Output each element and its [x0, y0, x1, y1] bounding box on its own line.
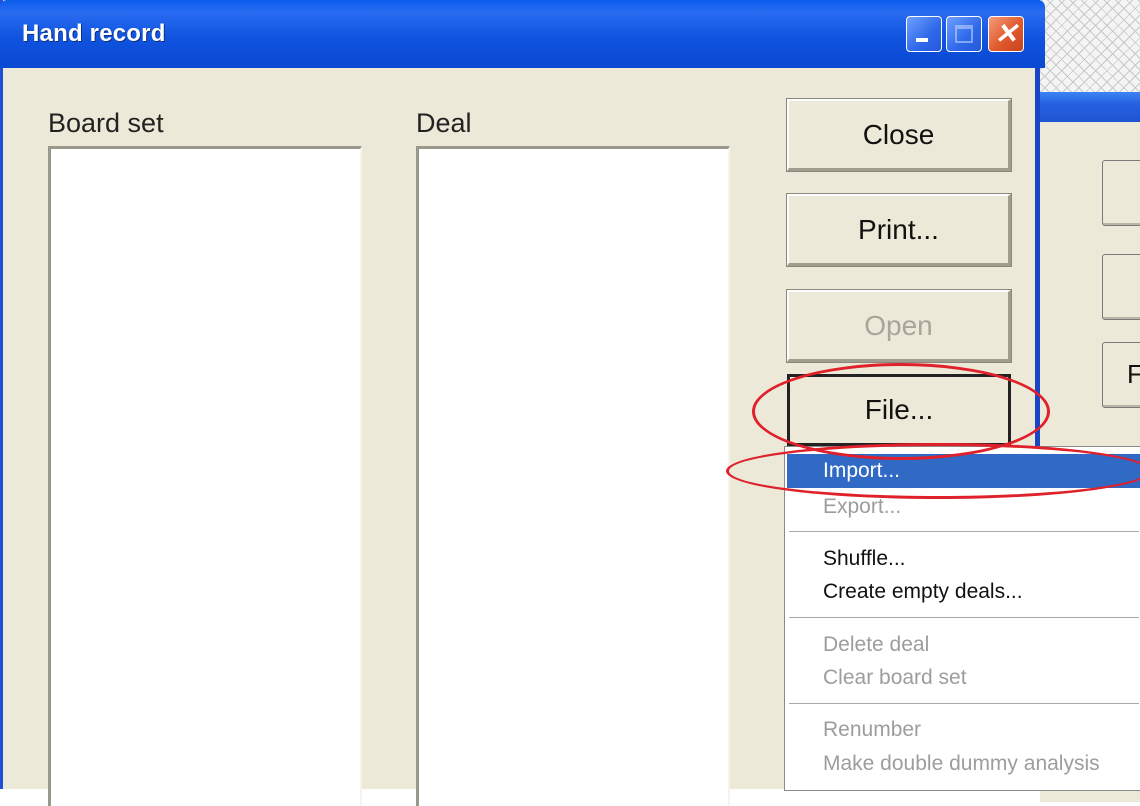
- board-set-label: Board set: [48, 108, 164, 138]
- minimize-icon: [916, 38, 928, 42]
- deal-list[interactable]: [416, 146, 730, 806]
- menu-item-shuffle[interactable]: Shuffle...: [787, 542, 1140, 576]
- close-icon: ✕: [994, 18, 1018, 49]
- maximize-button: [946, 16, 982, 52]
- board-set-list[interactable]: [48, 146, 362, 806]
- menu-item-clear-board-set: Clear board set: [823, 666, 967, 689]
- window-title: Hand record: [22, 20, 166, 47]
- menu-item-create-empty-deals[interactable]: Create empty deals...: [787, 575, 1140, 609]
- menu-item-delete-deal: Delete deal: [823, 633, 930, 656]
- menu-separator: [789, 617, 1139, 618]
- background-button-1[interactable]: [1102, 160, 1140, 226]
- maximize-icon: [955, 25, 973, 43]
- deal-label: Deal: [416, 108, 472, 138]
- minimize-button[interactable]: [906, 16, 942, 52]
- annotation-ellipse-import: [726, 443, 1140, 499]
- background-button-2[interactable]: [1102, 254, 1140, 320]
- open-button: Open: [786, 289, 1012, 363]
- menu-separator: [789, 703, 1139, 704]
- menu-separator: [789, 531, 1139, 532]
- background-window-titlebar: [1040, 92, 1140, 122]
- print-button[interactable]: Print...: [786, 193, 1012, 267]
- background-button-label: F: [1127, 359, 1140, 389]
- desktop-background: [1040, 0, 1140, 95]
- menu-item-double-dummy-analysis: Make double dummy analysis: [823, 752, 1100, 775]
- close-window-button[interactable]: ✕: [988, 16, 1024, 52]
- background-button-3[interactable]: F: [1102, 342, 1140, 408]
- menu-item-renumber: Renumber: [823, 718, 922, 741]
- title-bar[interactable]: Hand record ✕: [0, 0, 1045, 68]
- close-button[interactable]: Close: [786, 98, 1012, 172]
